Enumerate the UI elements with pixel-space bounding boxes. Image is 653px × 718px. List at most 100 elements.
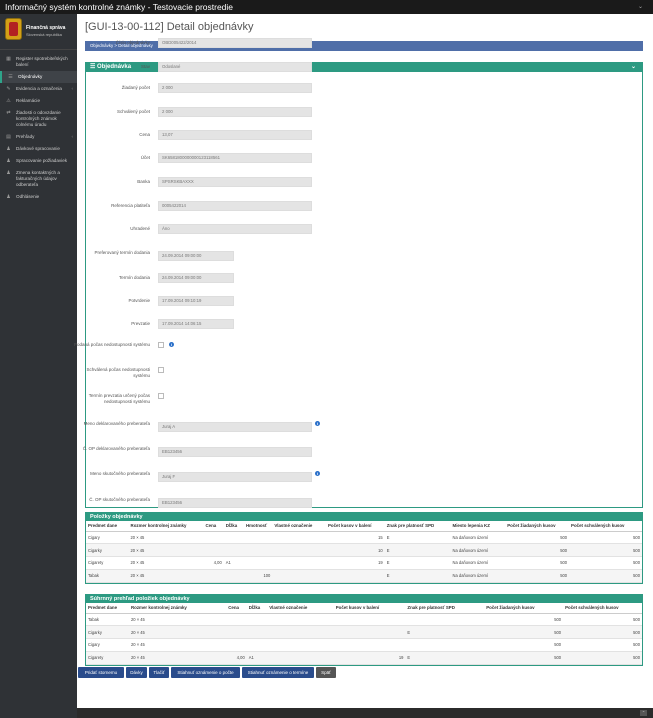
table-cell: 20 × 45: [128, 531, 204, 545]
table-cell: 500: [569, 569, 642, 583]
grid-icon: ▦: [6, 56, 11, 62]
chevron-down-icon[interactable]: ⌄: [638, 0, 643, 14]
form-label: Podaná počas nedostupnosti systému: [73, 342, 150, 347]
form-label: Preferovaný termín dodania: [94, 250, 150, 255]
table-cell: Cigarety: [86, 651, 129, 665]
info-icon[interactable]: i: [315, 471, 320, 476]
back-button[interactable]: Späť: [316, 667, 336, 678]
table-cell: 500: [484, 625, 564, 640]
column-header: Rozmer kontrolnej známky: [129, 603, 227, 614]
sidebar-item[interactable]: ▦ Register spotrebiteľských balení: [0, 53, 77, 71]
column-header: Miesto lepenia KZ: [450, 521, 506, 532]
table-cell: Na daňovom území: [450, 556, 506, 570]
form-label: Uhradené: [130, 226, 150, 231]
table-row: Cigarky 20 × 45 E 500 500: [86, 625, 642, 640]
sidebar-item[interactable]: ♟ Odhlásenie: [0, 191, 77, 203]
table-cell: [226, 613, 247, 627]
table-cell: 20 × 45: [129, 638, 227, 652]
order-items-panel: Položky objednávky Predmet dane Rozmer ko…: [85, 512, 643, 584]
sidebar-item-label: Odhlásenie: [16, 194, 40, 199]
column-header: Znak pre platnosť SPD: [384, 521, 451, 532]
logo: Finančná správa Slovenská republika: [0, 14, 77, 50]
sidebar-item[interactable]: ☰ Objednávky: [0, 71, 77, 83]
add-storno-button[interactable]: Pridať stornemu: [78, 667, 124, 678]
table-cell: 15: [325, 531, 385, 545]
sidebar-item[interactable]: ▤ Prehľady ‹: [0, 131, 77, 143]
table-cell: [405, 613, 485, 627]
sidebar-item-label: Dávkové spracovanie: [16, 146, 60, 151]
download-count-notice-button[interactable]: Stiahnuť oznámenie o počte: [171, 667, 240, 678]
table-cell: [243, 543, 273, 558]
table-cell: 500: [563, 651, 642, 665]
table-cell: E: [384, 569, 451, 583]
table-cell: 500: [505, 531, 570, 545]
chevron-down-icon[interactable]: ⌄: [631, 63, 636, 72]
sidebar-item[interactable]: ♟ Dávkové spracovanie: [0, 143, 77, 155]
table-cell: 500: [569, 556, 642, 570]
sidebar-item[interactable]: ⇄ Žiadosti o odovzdanie kontrolných známo…: [0, 107, 77, 131]
table-cell: 500: [563, 638, 642, 652]
column-header: Hmotnosť: [243, 521, 273, 532]
form-label: Meno skutočného preberateľa: [90, 471, 150, 476]
form-label: Č. OP skutočného preberateľa: [89, 497, 150, 502]
form-label: Stav: [140, 64, 150, 69]
table-cell: 500: [563, 625, 642, 640]
table-cell: [203, 543, 224, 558]
user-icon: ♟: [6, 146, 11, 152]
app-title: Informačný systém kontrolné známky - Tes…: [5, 2, 234, 12]
summary-title: Súhrnný prehľad položiek objednávky: [86, 595, 642, 603]
info-icon[interactable]: i: [315, 421, 320, 426]
form-label: Číslo objednávky: [115, 40, 150, 45]
form-label: Schválený počet: [116, 109, 150, 114]
sidebar-item[interactable]: ♟ Zmena kontaktných a fakturačných údajov…: [0, 167, 77, 191]
info-icon[interactable]: i: [169, 342, 174, 347]
table-cell: [272, 531, 326, 545]
sidebar-item-label: Objednávky: [18, 74, 43, 79]
checkbox[interactable]: [158, 393, 164, 399]
table-cell: 500: [569, 543, 642, 558]
sidebar: Finančná správa Slovenská republika ▦ Reg…: [0, 14, 77, 718]
sidebar-item-label: Register spotrebiteľských balení: [16, 56, 68, 67]
form-value: 17.09.2014 09:10:19: [158, 295, 234, 306]
checkbox[interactable]: [158, 342, 164, 348]
table-cell: Na daňovom území: [450, 531, 506, 545]
table-cell: 500: [505, 569, 570, 583]
form-label: Č. OP deklarovaného preberateľa: [82, 446, 150, 451]
table-cell: 19: [333, 651, 406, 665]
form-value: 24.09.2014 09:00:00: [158, 272, 234, 283]
sidebar-item[interactable]: ✎ Evidencia a označenia ‹: [0, 83, 77, 95]
scroll-top-icon[interactable]: ⌃: [640, 710, 647, 716]
table-cell: [272, 543, 326, 558]
form-label: Termín dodania: [118, 275, 150, 280]
table-cell: [226, 625, 247, 640]
form-value: OBD005422/2014: [158, 37, 312, 48]
sidebar-item[interactable]: ⚠ Reklamácie: [0, 95, 77, 107]
table-cell: 20 × 45: [128, 543, 204, 558]
table-cell: [272, 556, 326, 570]
form-value: 24.09.2014 09:00:00: [158, 250, 234, 261]
download-date-notice-button[interactable]: Stiahnuť oznámenie o termíne: [242, 667, 314, 678]
checkbox[interactable]: [158, 367, 164, 373]
table-cell: E: [405, 651, 485, 665]
column-header: Vlastné označenie: [272, 521, 326, 532]
sidebar-item[interactable]: ♟ Spracovanie požiadaviek: [0, 155, 77, 167]
order-items-title: Položky objednávky: [86, 513, 642, 521]
table-cell: [226, 638, 247, 652]
table-cell: [405, 638, 485, 652]
table-cell: [333, 625, 406, 640]
column-header: Počet žiadaných kusov: [505, 521, 570, 532]
logo-subtitle: Slovenská republika: [26, 32, 62, 37]
chart-icon: ▤: [6, 134, 11, 140]
table-cell: [203, 569, 224, 583]
batches-button[interactable]: Dávky: [126, 667, 147, 678]
column-header: Počet žiadaných kusov: [484, 603, 564, 614]
table-cell: A1: [223, 556, 244, 570]
order-panel: ☰ Objednávka ⌄ Číslo objednávky OBD005422…: [74, 37, 643, 508]
sidebar-item-label: Zmena kontaktných a fakturačných údajov …: [16, 170, 60, 187]
print-button[interactable]: Tlačiť: [149, 667, 169, 678]
form-label: Banka: [137, 179, 150, 184]
link-icon: ⇄: [6, 110, 11, 116]
table-cell: Cigarky: [86, 625, 129, 640]
form-value: SK6581800000000123118561: [158, 152, 312, 163]
table-cell: Cigary: [86, 638, 129, 652]
